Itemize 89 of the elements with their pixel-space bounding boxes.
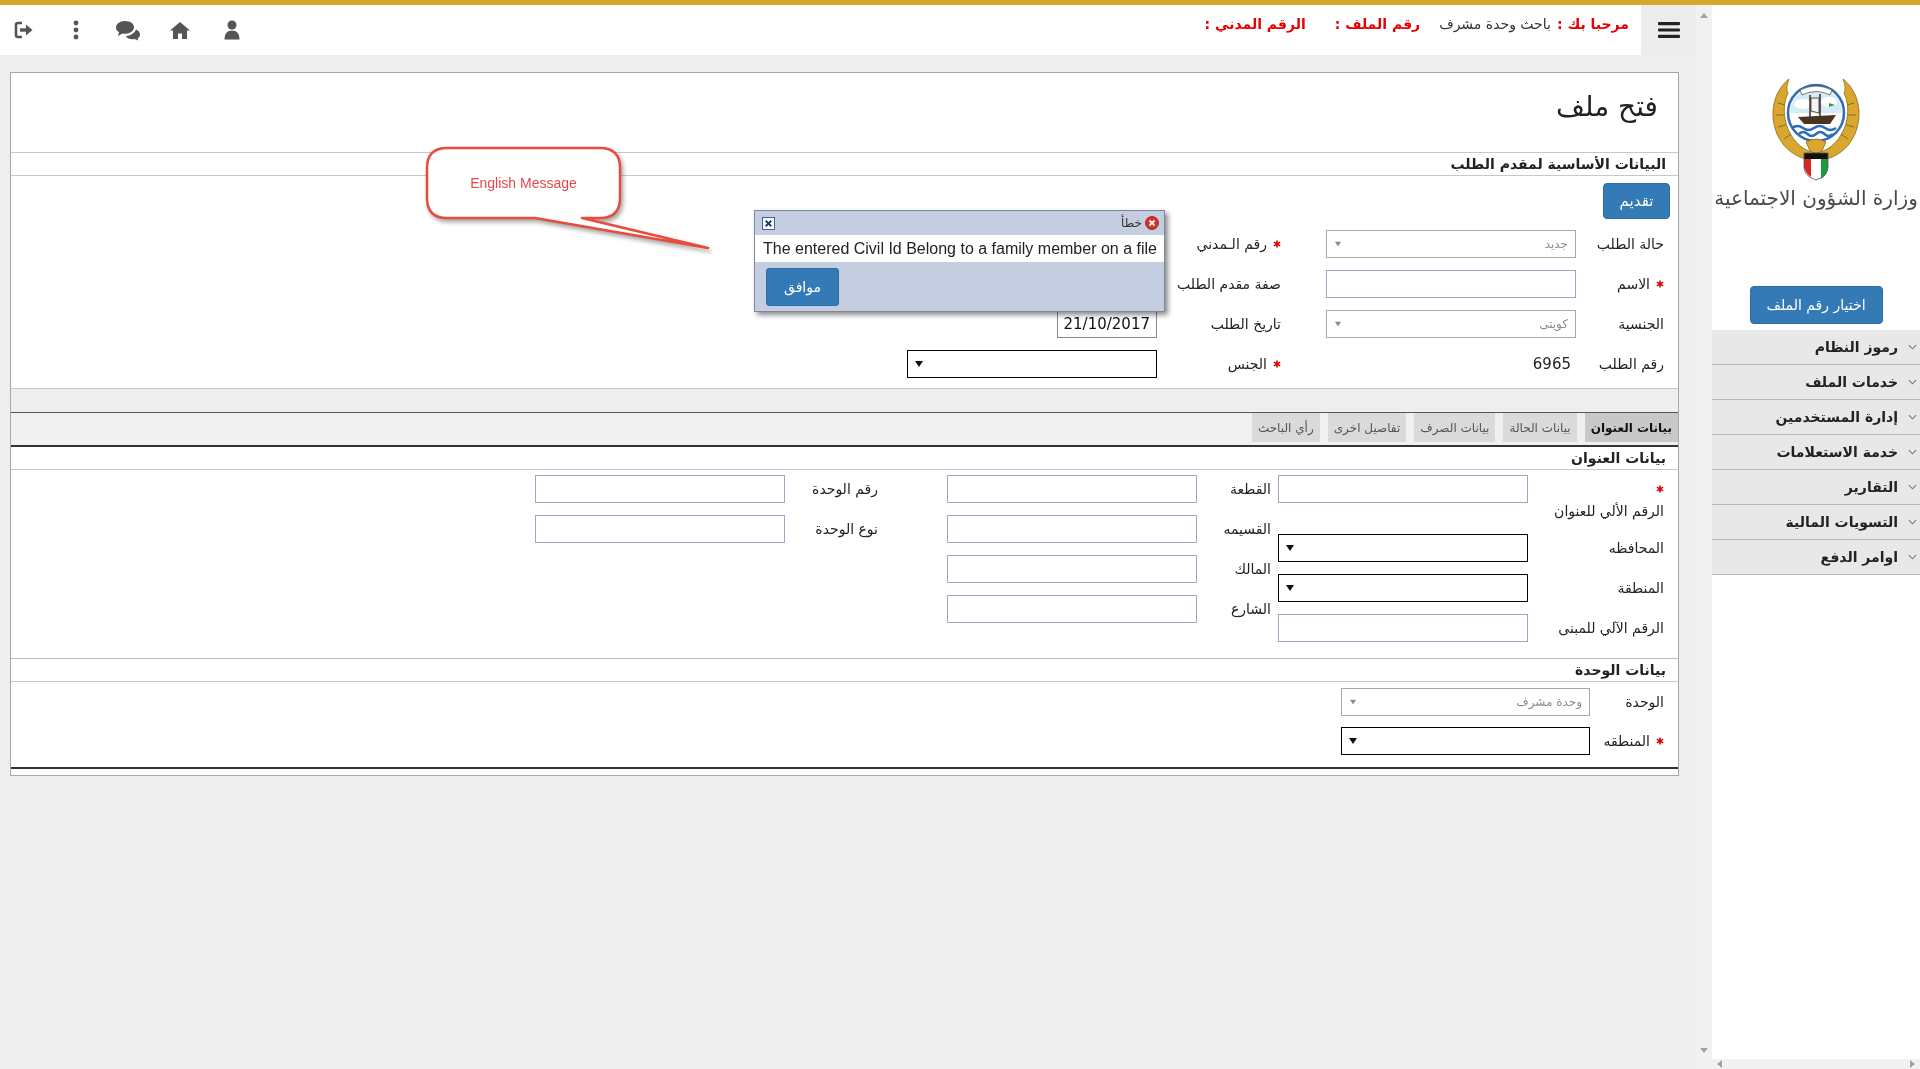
close-icon[interactable] [762, 216, 775, 230]
input-field[interactable] [535, 475, 785, 503]
more-icon[interactable] [73, 20, 79, 40]
menu-item[interactable]: التقارير [1712, 470, 1920, 505]
chevron-down-icon [1908, 414, 1917, 420]
chat-icon[interactable] [115, 19, 141, 41]
dropdown[interactable] [1278, 574, 1528, 602]
file-number-label: رقم الملف : [1334, 16, 1421, 32]
dropdown-arrow-icon [1334, 241, 1342, 247]
civil-id-label: الرقم المدني : [1204, 16, 1306, 32]
input-field[interactable] [535, 515, 785, 543]
dropdown-arrow-icon [915, 361, 923, 367]
tab[interactable]: بيانات العنوان [1584, 413, 1678, 442]
chevron-down-icon [1908, 484, 1917, 490]
scroll-up-icon[interactable] [1700, 13, 1708, 18]
field-label: الرقم الآلي للمبنى [1558, 619, 1664, 639]
scroll-right-icon[interactable] [1910, 1060, 1915, 1068]
field-label: حالة الطلب [1596, 235, 1664, 254]
section-title: البيانات الأساسية لمقدم الطلب [1450, 156, 1666, 172]
dropdown-arrow-icon [1286, 545, 1294, 551]
section-title: بيانات العنوان [1571, 450, 1666, 466]
menu-item[interactable]: التسويات المالية [1712, 505, 1920, 540]
field-label: الجنس [1227, 355, 1267, 375]
dropdown-arrow-icon [1286, 585, 1294, 591]
chevron-down-icon [1908, 519, 1917, 525]
dropdown[interactable] [907, 350, 1157, 378]
input-field[interactable] [947, 515, 1197, 543]
dropdown-arrow-icon [1334, 321, 1342, 327]
field-label: القسيمه [1223, 520, 1271, 539]
chevron-down-icon [1908, 344, 1917, 350]
scroll-left-icon[interactable] [1717, 1060, 1722, 1068]
date-field[interactable]: 21/10/2017 [1057, 310, 1157, 338]
chevron-down-icon [1908, 554, 1917, 560]
input-field[interactable] [947, 595, 1197, 623]
section-title: بيانات الوحدة [1575, 662, 1666, 678]
dialog-message: The entered Civil Id Belong to a family member on a file [763, 239, 1157, 258]
error-icon [1145, 216, 1159, 230]
submit-button[interactable]: تقديم [1603, 183, 1670, 219]
dropdown-arrow-icon [1349, 699, 1357, 705]
input-field[interactable] [1326, 270, 1576, 298]
field-label: رقم الوحدة [812, 480, 878, 500]
field-label: المنطقة [1617, 579, 1664, 598]
menu-item[interactable]: إدارة المستخدمين [1712, 400, 1920, 435]
field-label: الرقم الألي للعنوان [1554, 501, 1664, 522]
dropdown-arrow-icon [1349, 738, 1357, 744]
field-label: رقم الطلب [1598, 355, 1664, 375]
input-field[interactable] [1278, 475, 1528, 503]
field-label: صفة مقدم الطلب [1177, 275, 1281, 294]
menu-item[interactable]: خدمة الاستعلامات [1712, 435, 1920, 470]
field-label: القطعة [1230, 480, 1271, 499]
ministry-name: وزارة الشؤون الاجتماعية [1714, 185, 1918, 212]
field-label: نوع الوحدة [815, 520, 878, 540]
page-title: فتح ملف [1555, 90, 1658, 124]
field-label: المحافظه [1608, 539, 1664, 558]
field-value: 6965 [1532, 355, 1572, 373]
select-file-button[interactable]: اختيار رقم الملف [1749, 286, 1883, 324]
menu-icon[interactable] [1657, 21, 1680, 39]
tab[interactable]: تفاصيل اخرى [1327, 413, 1407, 442]
ok-button[interactable]: موافق [766, 267, 839, 306]
dropdown[interactable] [1278, 534, 1528, 562]
menu-item[interactable]: اوامر الدفع [1712, 540, 1920, 575]
field-label: الشارع [1230, 600, 1271, 620]
user-icon[interactable] [224, 20, 240, 40]
scroll-down-icon[interactable] [1700, 1048, 1708, 1053]
menu-item[interactable]: رموز النظام [1712, 330, 1920, 365]
field-label: المنطقه [1603, 732, 1650, 751]
dropdown[interactable] [1341, 727, 1590, 755]
chevron-down-icon [1908, 449, 1917, 455]
input-field[interactable] [947, 475, 1197, 503]
tab[interactable]: بيانات الصرف [1414, 413, 1496, 442]
menu-button[interactable] [1641, 5, 1696, 55]
field-label: الوحدة [1625, 693, 1664, 713]
sign-out-icon[interactable] [14, 21, 34, 39]
field-label: تاريخ الطلب [1210, 315, 1281, 335]
user-name: باحث وحدة مشرف [1439, 16, 1551, 32]
field-label: رقم الـمدني [1196, 235, 1267, 255]
dialog-title: خطأ [1121, 216, 1142, 230]
input-field[interactable] [1278, 614, 1528, 642]
chevron-down-icon [1908, 379, 1917, 385]
tab[interactable]: رأي الباحث [1251, 413, 1320, 442]
callout-text: English Message [470, 175, 577, 191]
tab[interactable]: بيانات الحالة [1503, 413, 1577, 442]
field-label: الجنسية [1618, 315, 1664, 334]
menu-item[interactable]: خدمات الملف [1712, 365, 1920, 400]
welcome-label: مرحبا بك : [1556, 16, 1629, 32]
input-field[interactable] [947, 555, 1197, 583]
field-label: المالك [1234, 560, 1271, 579]
field-label: الاسم [1617, 275, 1650, 295]
home-icon[interactable] [169, 20, 191, 40]
